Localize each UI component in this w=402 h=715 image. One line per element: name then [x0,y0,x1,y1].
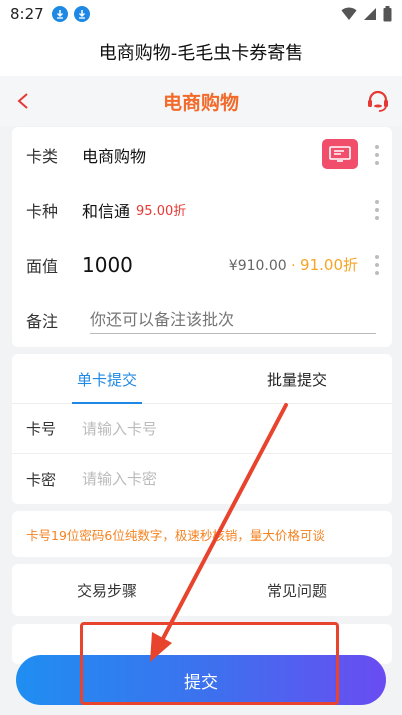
price-amount: ¥910.00 [228,258,287,274]
download-icon [51,6,68,22]
help-card: 交易步骤 常见问题 [12,564,392,616]
more-icon[interactable] [374,144,380,165]
more-icon[interactable] [374,199,380,220]
card-kind-discount: 95.00折 [136,204,187,219]
more-icon[interactable] [374,254,380,275]
annotation-box [80,622,339,705]
card-type-icon [322,139,358,169]
card-password-label: 卡密 [26,470,57,489]
app-title: 电商购物-毛毛虫卡券寄售 [0,28,402,76]
card-password-input[interactable] [82,470,362,488]
wifi-icon [341,7,357,20]
faq-link[interactable]: 常见问题 [202,564,392,616]
customer-service-button[interactable] [364,87,392,115]
tip-text: 卡号19位密码6位纯数字，极速秒核销，量大价格可谈 [26,527,325,543]
remark-input[interactable] [90,306,376,334]
status-bar: 8:27 [0,0,402,28]
face-value-value: 1000 [82,252,133,277]
card-kind-value: 和信通 [82,201,131,221]
tab-single-submit[interactable]: 单卡提交 [72,354,142,404]
nav-bar: 电商购物 [0,76,402,126]
signal-icon [364,8,376,20]
face-value-price: ¥910.00 · 91.00折 [229,254,358,275]
remark-label: 备注 [26,311,59,331]
face-value-label: 面值 [26,256,59,276]
submit-tabs: 单卡提交 批量提交 [12,354,392,404]
back-button[interactable] [10,88,36,114]
card-kind-row[interactable]: 卡种 和信通 95.00折 [12,182,392,237]
headset-icon [368,90,388,112]
battery-icon [383,6,392,22]
chevron-left-icon [17,93,28,109]
price-rate: 91.00折 [300,256,358,274]
card-kind-label: 卡种 [26,201,59,221]
face-value-row[interactable]: 面值 1000 ¥910.00 · 91.00折 [12,237,392,292]
download-icon [73,6,90,22]
tab-batch-submit[interactable]: 批量提交 [262,354,332,404]
card-type-value: 电商购物 [82,146,147,166]
trade-steps-link[interactable]: 交易步骤 [12,564,202,616]
card-number-label: 卡号 [26,420,57,438]
card-number-input[interactable] [82,419,362,438]
status-time: 8:27 [10,5,44,23]
card-type-row[interactable]: 卡类 电商购物 [12,127,392,182]
price-separator: · [291,258,296,274]
card-type-label: 卡类 [26,146,59,166]
tip-card: 卡号19位密码6位纯数字，极速秒核销，量大价格可谈 [12,511,392,557]
card-submit-panel: 单卡提交 批量提交 卡号 卡密 [12,354,392,504]
page-title: 电商购物 [162,91,239,114]
order-form-card: 卡类 电商购物 卡种 和信通 95.00折 面值 1000 ¥910.00 · … [12,127,392,347]
card-password-row: 卡密 [12,454,392,504]
remark-row: 备注 [12,292,392,347]
card-number-row: 卡号 [12,404,392,454]
